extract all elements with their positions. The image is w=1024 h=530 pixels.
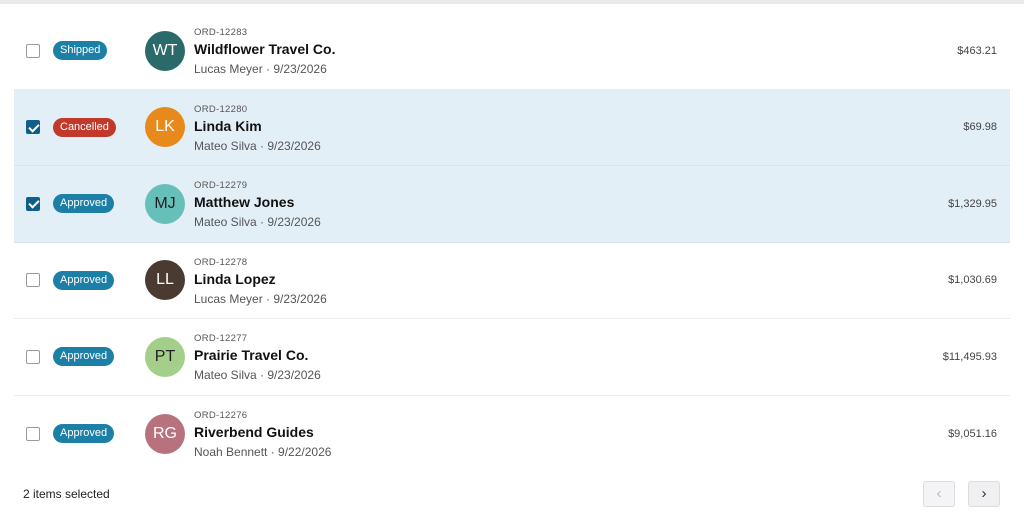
order-amount: $1,030.69 [948,274,997,287]
status-badge: Cancelled [53,117,116,137]
order-amount: $11,495.93 [942,350,997,363]
next-page-button[interactable]: › [968,481,1000,507]
order-id: ORD-12277 [194,333,248,344]
order-amount: $463.21 [957,44,997,57]
row-checkbox[interactable] [26,273,40,288]
status-badge: Approved [53,194,115,214]
selection-count: 2 items selected [23,487,110,501]
order-info: ORD-12279 Matthew Jones Mateo Silva · 9/… [194,180,321,230]
order-id: ORD-12276 [194,409,248,421]
order-meta: Mateo Silva · 9/23/2026 [194,138,321,153]
order-amount: $9,051.16 [948,427,997,440]
order-info: ORD-12280 Linda Kim Mateo Silva · 9/23/2… [194,104,321,154]
status-badge: Approved [53,270,115,290]
top-border [0,0,1024,4]
avatar: PT [145,336,185,377]
customer-name[interactable]: Riverbend Guides [194,424,331,441]
order-row[interactable]: Shipped WT ORD-12283 Wildflower Travel C… [14,13,1010,90]
order-id: ORD-12278 [194,256,248,268]
order-row[interactable]: Cancelled LK ORD-12280 Linda Kim Mateo S… [14,89,1010,166]
customer-name[interactable]: Matthew Jones [194,194,321,211]
chevron-left-icon: ‹ [936,485,942,502]
order-row[interactable]: Approved RG ORD-12276 Riverbend Guides N… [14,396,1010,473]
order-info: ORD-12276 Riverbend Guides Noah Bennett … [194,410,331,460]
order-amount: $69.98 [963,121,997,134]
customer-name[interactable]: Prairie Travel Co. [194,347,321,364]
order-row[interactable]: Approved MJ ORD-12279 Matthew Jones Mate… [14,166,1010,243]
order-meta: Mateo Silva · 9/23/2026 [194,215,321,229]
customer-name[interactable]: Linda Lopez [194,271,327,288]
order-list: Shipped WT ORD-12283 Wildflower Travel C… [14,13,1010,472]
order-info: ORD-12277 Prairie Travel Co. Mateo Silva… [194,333,321,383]
prev-page-button[interactable]: ‹ [923,481,955,507]
row-checkbox[interactable] [26,43,40,58]
order-meta: Mateo Silva · 9/23/2026 [194,368,321,382]
avatar: WT [145,30,185,71]
order-row[interactable]: Approved LL ORD-12278 Linda Lopez Lucas … [14,243,1010,319]
order-id: ORD-12280 [194,103,248,115]
status-badge: Approved [53,347,115,367]
chevron-right-icon: › [981,485,987,502]
row-checkbox[interactable] [26,349,40,364]
order-row[interactable]: Approved PT ORD-12277 Prairie Travel Co.… [14,319,1010,396]
order-id: ORD-12283 [194,27,248,38]
order-info: ORD-12278 Linda Lopez Lucas Meyer · 9/23… [194,257,327,307]
row-checkbox[interactable] [26,196,40,211]
order-id: ORD-12279 [194,180,248,191]
order-amount: $1,329.95 [948,197,997,210]
order-info: ORD-12283 Wildflower Travel Co. Lucas Me… [194,27,335,77]
avatar: MJ [145,183,185,224]
row-checkbox[interactable] [26,426,40,441]
customer-name[interactable]: Linda Kim [194,118,321,135]
status-badge: Approved [53,424,115,444]
row-checkbox[interactable] [26,120,40,135]
order-meta: Noah Bennett · 9/22/2026 [194,444,332,459]
customer-name[interactable]: Wildflower Travel Co. [194,41,335,58]
order-meta: Lucas Meyer · 9/23/2026 [194,62,327,76]
avatar: LL [145,260,185,301]
order-meta: Lucas Meyer · 9/23/2026 [194,291,327,306]
status-badge: Shipped [53,41,108,61]
avatar: RG [145,413,185,454]
avatar: LK [145,107,185,148]
